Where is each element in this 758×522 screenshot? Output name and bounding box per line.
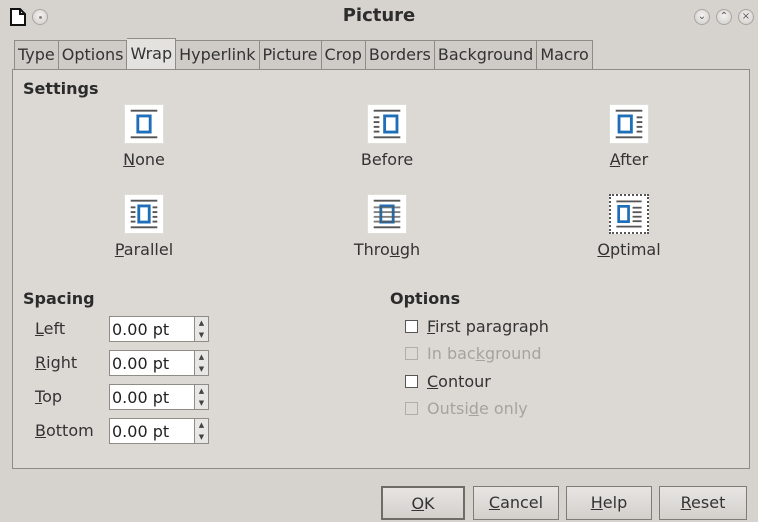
tab-macro[interactable]: Macro <box>537 40 593 70</box>
tab-options[interactable]: Options <box>58 40 128 70</box>
settings-heading: Settings <box>23 79 99 98</box>
tab-hyperlink[interactable]: Hyperlink <box>176 40 260 70</box>
top-spacing-stepper[interactable]: ▲ ▼ <box>194 385 208 409</box>
spacing-heading: Spacing <box>23 289 95 308</box>
tab-borders[interactable]: Borders <box>365 40 435 70</box>
close-button[interactable]: × <box>738 9 754 25</box>
title-bar: Picture ⌄ ⌃ × <box>0 0 758 34</box>
tab-picture[interactable]: Picture <box>259 40 322 70</box>
right-spacing-label: Right <box>35 353 78 372</box>
wrap-option-after[interactable]: After <box>569 104 689 169</box>
wrap-option-optimal[interactable]: Optimal <box>569 194 689 259</box>
reset-button[interactable]: Reset <box>659 486 747 520</box>
outside-only-checkbox: Outside only <box>405 398 528 418</box>
tab-bar: Type Options Wrap Hyperlink Picture Crop… <box>14 38 593 70</box>
wrap-after-icon <box>609 104 649 144</box>
wrap-panel: Settings None Before After Parallel Thro… <box>12 69 750 469</box>
top-spacing-field[interactable]: 0.00 pt ▲ ▼ <box>109 384 209 410</box>
wrap-none-icon <box>124 104 164 144</box>
wrap-parallel-icon <box>124 194 164 234</box>
wrap-optimal-icon <box>609 194 649 234</box>
left-spacing-field[interactable]: 0.00 pt ▲ ▼ <box>109 316 209 342</box>
wrap-option-through[interactable]: Through <box>327 194 447 259</box>
tab-crop[interactable]: Crop <box>321 40 366 70</box>
minimize-button[interactable]: ⌄ <box>694 9 710 25</box>
wrap-through-icon <box>367 194 407 234</box>
tab-type[interactable]: Type <box>14 40 59 70</box>
options-heading: Options <box>390 289 461 308</box>
tab-wrap[interactable]: Wrap <box>127 38 177 70</box>
wrap-option-before[interactable]: Before <box>327 104 447 169</box>
wrap-option-none[interactable]: None <box>84 104 204 169</box>
checkbox-box <box>405 401 418 415</box>
wrap-option-parallel[interactable]: Parallel <box>84 194 204 259</box>
contour-checkbox[interactable]: Contour <box>405 371 491 391</box>
top-spacing-label: Top <box>35 387 63 406</box>
left-spacing-stepper[interactable]: ▲ ▼ <box>194 317 208 341</box>
bottom-spacing-stepper[interactable]: ▲ ▼ <box>194 419 208 443</box>
bottom-spacing-label: Bottom <box>35 421 94 440</box>
ok-button[interactable]: OK <box>381 486 465 520</box>
maximize-button[interactable]: ⌃ <box>716 9 732 25</box>
right-spacing-stepper[interactable]: ▲ ▼ <box>194 351 208 375</box>
checkbox-box <box>405 346 418 360</box>
help-button[interactable]: Help <box>566 486 652 520</box>
bottom-spacing-field[interactable]: 0.00 pt ▲ ▼ <box>109 418 209 444</box>
tab-background[interactable]: Background <box>434 40 538 70</box>
window-title: Picture <box>342 5 416 26</box>
right-spacing-field[interactable]: 0.00 pt ▲ ▼ <box>109 350 209 376</box>
left-spacing-label: Left <box>35 319 66 338</box>
checkbox-box[interactable] <box>405 319 418 333</box>
cancel-button[interactable]: Cancel <box>473 486 559 520</box>
first-paragraph-checkbox[interactable]: First paragraph <box>405 316 549 336</box>
wrap-before-icon <box>367 104 407 144</box>
in-background-checkbox: In background <box>405 343 542 363</box>
checkbox-box[interactable] <box>405 374 418 388</box>
